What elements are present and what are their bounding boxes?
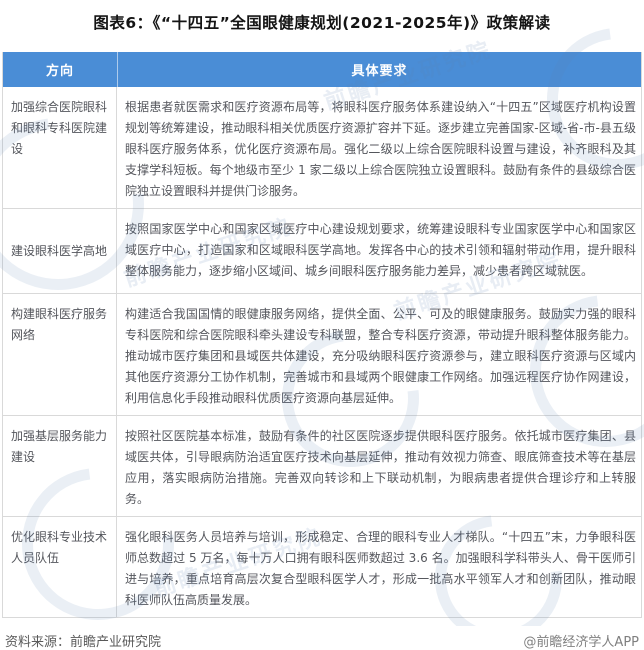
table-row: 加强综合医院眼科和眼科专科医院建设 根据患者就医需求和医疗资源布局等，将眼科医疗… (3, 87, 641, 208)
page-title: 图表6：《“十四五”全国眼健康规划(2021-2025年)》政策解读 (93, 14, 551, 32)
credit-label: @前瞻经济学人APP (523, 635, 639, 650)
requirement-cell: 按照社区医院基本标准，鼓励有条件的社区医院逐步提供眼科医疗服务。依托城市医疗集团… (125, 429, 636, 506)
figure-page: 图表6：《“十四五”全国眼健康规划(2021-2025年)》政策解读 方向 具体… (0, 0, 644, 650)
direction-cell: 构建眼科医疗服务网络 (3, 294, 117, 415)
requirement-cell: 按照国家医学中心和国家区域医疗中心建设规划要求，统筹建设眼科专业国家医学中心和国… (125, 222, 636, 278)
table-row: 构建眼科医疗服务网络 构建适合我国国情的眼健康服务网络，提供全面、公平、可及的眼… (3, 293, 641, 415)
header-direction: 方向 (45, 64, 74, 79)
direction-cell: 加强基层服务能力建设 (3, 416, 117, 516)
table-body: 加强综合医院眼科和眼科专科医院建设 根据患者就医需求和医疗资源布局等，将眼科医疗… (3, 87, 641, 617)
requirement-cell: 构建适合我国国情的眼健康服务网络，提供全面、公平、可及的眼健康服务。鼓励实力强的… (125, 307, 636, 405)
footer: 资料来源：前瞻产业研究院 @前瞻经济学人APP (5, 631, 639, 650)
table-row: 优化眼科专业技术人员队伍 强化眼科医务人员培养与培训，形成稳定、合理的眼科专业人… (3, 516, 641, 617)
requirement-cell: 根据患者就医需求和医疗资源布局等，将眼科医疗服务体系建设纳入“十四五”区域医疗机… (125, 100, 636, 198)
direction-cell: 建设眼科医学高地 (3, 209, 117, 293)
direction-cell: 加强综合医院眼科和眼科专科医院建设 (3, 87, 117, 208)
table-header-row: 方向 具体要求 (3, 52, 641, 87)
table-row: 建设眼科医学高地 按照国家医学中心和国家区域医疗中心建设规划要求，统筹建设眼科专… (3, 208, 641, 293)
table-row: 加强基层服务能力建设 按照社区医院基本标准，鼓励有条件的社区医院逐步提供眼科医疗… (3, 415, 641, 516)
policy-table: 方向 具体要求 加强综合医院眼科和眼科专科医院建设 根据患者就医需求和医疗资源布… (2, 52, 642, 618)
direction-cell: 优化眼科专业技术人员队伍 (3, 517, 117, 617)
requirement-cell: 强化眼科医务人员培养与培训，形成稳定、合理的眼科专业人才梯队。“十四五”末，力争… (125, 530, 636, 607)
header-requirement: 具体要求 (117, 52, 641, 87)
data-source-label: 资料来源：前瞻产业研究院 (5, 635, 162, 650)
